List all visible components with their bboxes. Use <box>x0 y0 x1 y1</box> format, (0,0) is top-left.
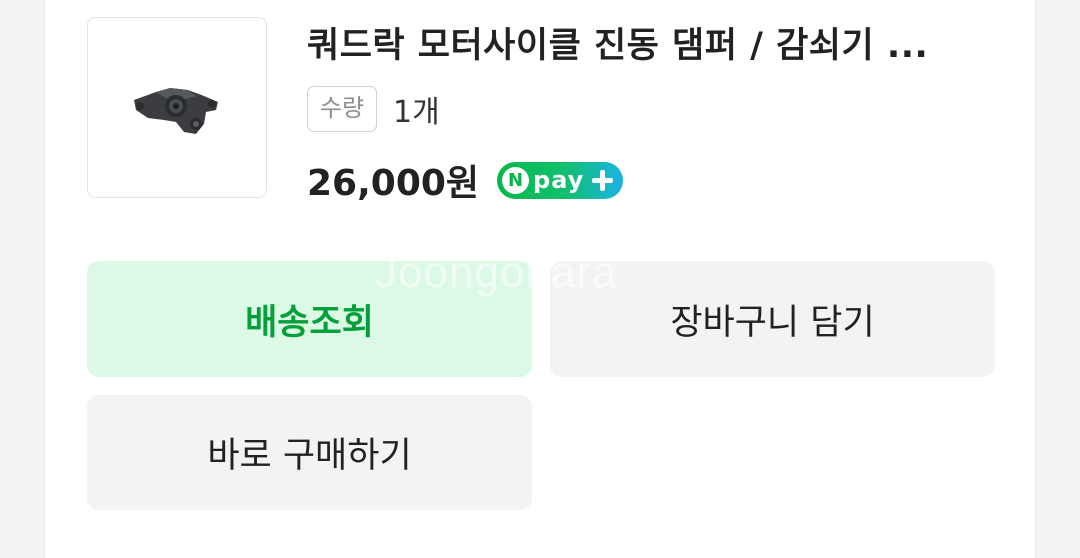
npay-plus-badge: N pay <box>497 161 624 199</box>
shipping-tracking-button[interactable]: 배송조회 <box>87 261 532 377</box>
vibration-dampener-image <box>134 88 218 134</box>
add-to-cart-button[interactable]: 장바구니 담기 <box>550 261 995 377</box>
npay-n-logo: N <box>502 166 530 194</box>
price-row: 26,000원 N pay <box>307 152 624 208</box>
quantity-value: 1개 <box>393 95 440 130</box>
npay-text: pay <box>533 166 585 194</box>
product-title[interactable]: 쿼드락 모터사이클 진동 댐퍼 / 감쇠기 ... <box>307 20 987 72</box>
order-item-card: 쿼드락 모터사이클 진동 댐퍼 / 감쇠기 ... 수량 1개 26,000원 … <box>44 0 1036 558</box>
plus-icon <box>588 166 617 195</box>
product-price: 26,000원 <box>307 163 480 204</box>
quantity-row: 수량 1개 <box>307 86 440 132</box>
quantity-label: 수량 <box>307 86 377 132</box>
buy-now-button[interactable]: 바로 구매하기 <box>87 395 532 510</box>
product-thumbnail[interactable] <box>87 17 267 198</box>
